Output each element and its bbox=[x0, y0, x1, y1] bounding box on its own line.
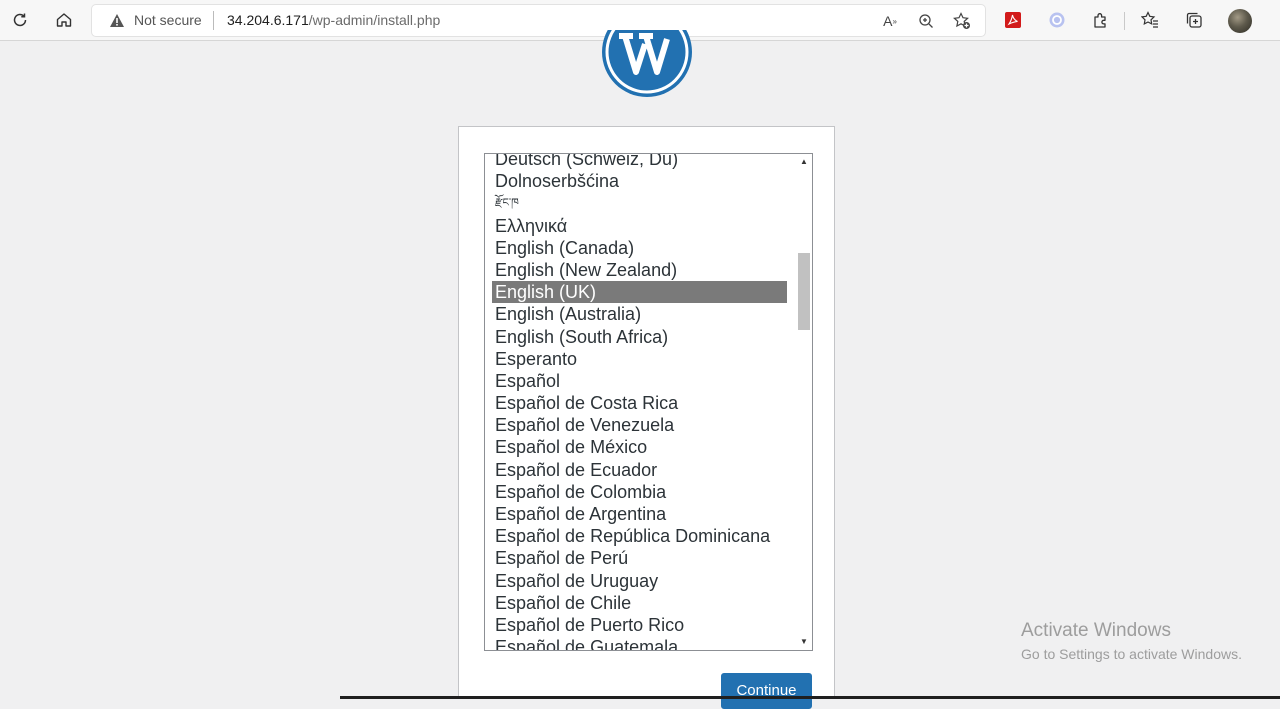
activate-windows-subtitle: Go to Settings to activate Windows. bbox=[1021, 646, 1242, 662]
pdf-extension-icon[interactable] bbox=[999, 6, 1027, 34]
language-option[interactable]: Español de Colombia bbox=[485, 481, 796, 503]
language-option[interactable]: Español de Puerto Rico bbox=[485, 614, 796, 636]
language-option[interactable]: Español de República Dominicana bbox=[485, 525, 796, 547]
language-option[interactable]: Español de Guatemala bbox=[485, 636, 796, 650]
continue-button[interactable]: Continue bbox=[721, 673, 812, 709]
wordpress-logo bbox=[601, 30, 693, 98]
zoom-icon[interactable] bbox=[914, 9, 938, 33]
address-bar[interactable]: Not secure 34.204.6.171/wp-admin/install… bbox=[92, 5, 985, 36]
language-option[interactable]: English (Australia) bbox=[485, 303, 796, 325]
language-select[interactable]: Deutsch (Schweiz, Du) Dolnoserbšćina རྫོ… bbox=[484, 153, 813, 651]
warning-icon[interactable] bbox=[109, 13, 125, 33]
favorites-icon[interactable] bbox=[1136, 6, 1164, 34]
add-favorite-icon[interactable] bbox=[950, 9, 974, 33]
language-option[interactable]: Español de Chile bbox=[485, 592, 796, 614]
language-option[interactable]: English (South Africa) bbox=[485, 326, 796, 348]
read-aloud-icon[interactable]: A» bbox=[878, 9, 902, 33]
url-host: 34.204.6.171 bbox=[227, 12, 309, 28]
language-option[interactable]: Esperanto bbox=[485, 348, 796, 370]
language-option[interactable]: Español de Venezuela bbox=[485, 414, 796, 436]
language-option[interactable]: Español de Costa Rica bbox=[485, 392, 796, 414]
collections-icon[interactable] bbox=[1180, 6, 1208, 34]
language-option[interactable]: Español de Uruguay bbox=[485, 570, 796, 592]
scroll-up-icon[interactable]: ▲ bbox=[796, 154, 812, 170]
language-option[interactable]: Español de Ecuador bbox=[485, 459, 796, 481]
profile-avatar[interactable] bbox=[1228, 9, 1252, 33]
language-option[interactable]: English (Canada) bbox=[485, 237, 796, 259]
language-option[interactable]: English (New Zealand) bbox=[485, 259, 796, 281]
url-path: /wp-admin/install.php bbox=[308, 12, 441, 28]
language-option[interactable]: རྫོང་ཁ bbox=[485, 192, 796, 214]
language-option[interactable]: Dolnoserbšćina bbox=[485, 170, 796, 192]
refresh-icon[interactable] bbox=[6, 6, 34, 34]
language-options: Deutsch (Schweiz, Du) Dolnoserbšćina རྫོ… bbox=[485, 154, 796, 650]
scrollbar-thumb[interactable] bbox=[798, 253, 810, 330]
address-separator bbox=[213, 11, 214, 30]
language-option-selected[interactable]: English (UK) bbox=[492, 281, 787, 304]
language-option[interactable]: Deutsch (Schweiz, Du) bbox=[485, 154, 796, 170]
language-option[interactable]: Español de México bbox=[485, 436, 796, 458]
home-icon[interactable] bbox=[50, 6, 78, 34]
scroll-down-icon[interactable]: ▼ bbox=[796, 634, 812, 650]
security-label[interactable]: Not secure bbox=[134, 12, 202, 28]
language-option[interactable]: Español de Argentina bbox=[485, 503, 796, 525]
toolbar-divider bbox=[1124, 12, 1125, 30]
language-option[interactable]: Español de Perú bbox=[485, 547, 796, 569]
activate-windows-title: Activate Windows bbox=[1021, 620, 1171, 641]
grammar-extension-icon[interactable] bbox=[1043, 6, 1071, 34]
extensions-icon[interactable] bbox=[1087, 6, 1115, 34]
url-text[interactable]: 34.204.6.171/wp-admin/install.php bbox=[227, 12, 440, 28]
language-option[interactable]: Ελληνικά bbox=[485, 215, 796, 237]
listbox-scrollbar[interactable]: ▲ ▼ bbox=[796, 154, 812, 650]
language-option[interactable]: Español bbox=[485, 370, 796, 392]
